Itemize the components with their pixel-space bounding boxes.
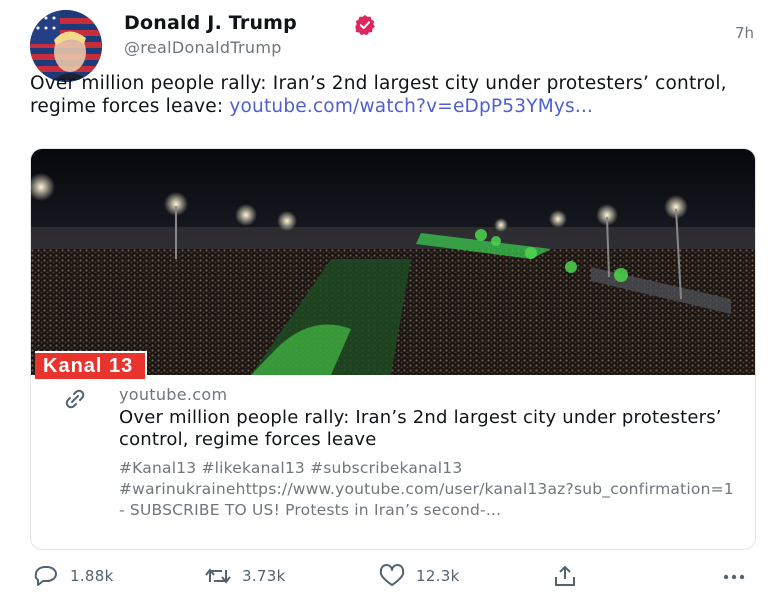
link-icon xyxy=(65,389,85,409)
like-button[interactable]: 12.3k xyxy=(378,560,460,592)
share-button[interactable] xyxy=(551,560,579,592)
share-icon xyxy=(555,565,575,586)
tweet-text: Over million people rally: Iran’s 2nd la… xyxy=(30,72,754,118)
more-options-button[interactable] xyxy=(720,560,748,592)
like-count: 12.3k xyxy=(416,567,460,585)
tweet-actions: 1.88k 3.73k 12.3k xyxy=(0,560,784,596)
more-icon xyxy=(723,574,745,580)
card-domain: youtube.com xyxy=(119,385,228,404)
heart-icon xyxy=(379,564,405,586)
tweet-link[interactable]: youtube.com/watch?v=eDpP53YMys... xyxy=(229,96,593,117)
card-title[interactable]: Over million people rally: Iran’s 2nd la… xyxy=(119,407,739,451)
retweet-icon xyxy=(205,568,231,584)
author-handle[interactable]: @realDonaldTrump xyxy=(124,38,282,57)
verified-badge-icon xyxy=(355,14,375,36)
retweet-button[interactable]: 3.73k xyxy=(204,560,286,592)
reply-icon xyxy=(34,566,57,586)
card-description: #Kanal13 #likekanal13 #subscribekanal13 … xyxy=(119,459,734,519)
author-display-name[interactable]: Donald J. Trump xyxy=(124,12,297,34)
link-card[interactable]: Kanal 13 youtube.com Over million people… xyxy=(30,148,756,550)
reply-count: 1.88k xyxy=(70,567,114,585)
kanal13-badge: Kanal 13 xyxy=(35,351,148,381)
night-crowd-rally-photo xyxy=(31,149,755,375)
tweet-timestamp[interactable]: 7h xyxy=(735,24,754,42)
retweet-count: 3.73k xyxy=(242,567,286,585)
reply-button[interactable]: 1.88k xyxy=(32,560,114,592)
